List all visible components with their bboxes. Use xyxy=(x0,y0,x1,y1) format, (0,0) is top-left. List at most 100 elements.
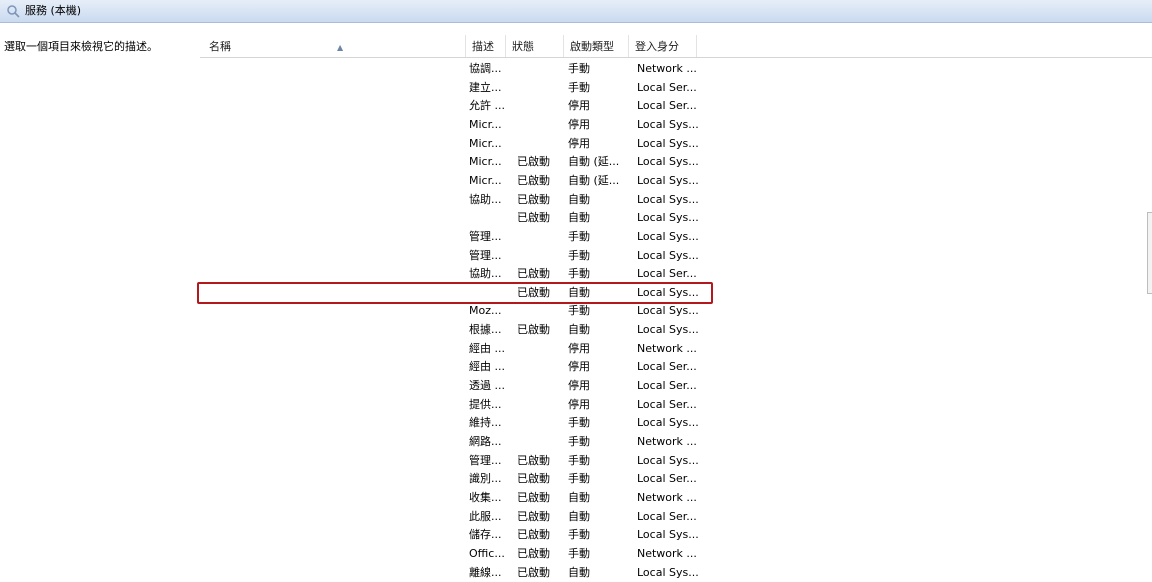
service-logon-as: Local Sys... xyxy=(637,117,699,131)
service-logon-as: Local Sys... xyxy=(637,192,699,206)
column-header-status[interactable]: 狀態 xyxy=(506,35,564,57)
service-startup-type: 手動 xyxy=(568,229,590,243)
service-startup-type: 手動 xyxy=(568,80,590,94)
service-logon-as: Network ... xyxy=(637,490,697,504)
column-header-logon-as[interactable]: 登入身分 xyxy=(629,35,697,57)
service-logon-as: Local Ser... xyxy=(637,267,697,281)
service-row[interactable]: Link-Layer Topology Discovery Mapper建立..… xyxy=(200,78,1152,97)
service-status: 已啟動 xyxy=(517,323,550,337)
service-description: Micr... xyxy=(469,136,502,150)
service-row[interactable]: Office Software Protection PlatformOffic… xyxy=(200,544,1152,563)
service-startup-type: 手動 xyxy=(568,62,590,75)
service-row[interactable]: Net.Msmq Listener Adapter經由 ...停用Network… xyxy=(200,339,1152,358)
service-logon-as: Network ... xyxy=(637,546,697,560)
service-row[interactable]: Microsoft .NET Framework NGEN v4.0.303..… xyxy=(200,152,1152,171)
service-description: Moz... xyxy=(469,304,502,318)
scrollbar[interactable] xyxy=(1147,212,1152,294)
service-startup-type: 自動 xyxy=(568,490,590,504)
service-row[interactable]: Microsoft .NET Framework NGEN v4.0.303..… xyxy=(200,171,1152,190)
service-description: 收集... xyxy=(469,490,502,504)
column-header-row: 名稱 ▲ 描述 狀態 啟動類型 登入身分 xyxy=(200,35,1152,58)
service-startup-type: 手動 xyxy=(568,435,590,448)
service-row[interactable]: Offline Files離線...已啟動自動Local Sys... xyxy=(200,563,1152,582)
service-description: Offic... xyxy=(469,546,505,560)
service-row[interactable]: Microsoft Software Shadow Copy Provider管… xyxy=(200,246,1152,265)
service-row[interactable]: Mozilla Maintenance ServiceMoz...手動Local… xyxy=(200,301,1152,320)
service-logon-as: Local Ser... xyxy=(637,509,697,523)
sort-ascending-icon: ▲ xyxy=(337,43,344,52)
service-description: 儲存... xyxy=(469,528,502,542)
services-header: 服務 (本機) xyxy=(0,0,1152,23)
service-row[interactable]: Net.Pipe Listener Adapter經由 ...停用Local S… xyxy=(200,357,1152,376)
service-description: 管理... xyxy=(469,248,502,262)
column-header-description[interactable]: 描述 xyxy=(466,35,506,57)
service-logon-as: Local Sys... xyxy=(637,173,699,187)
service-description: 協助... xyxy=(469,192,502,206)
service-row[interactable]: Net.Tcp Port Sharing Service提供...停用Local… xyxy=(200,395,1152,414)
service-description: 此服... xyxy=(469,509,502,523)
service-logon-as: Local Sys... xyxy=(637,248,699,262)
service-status: 已啟動 xyxy=(517,173,550,187)
service-row[interactable]: Netlogon維持...手動Local Sys... xyxy=(200,413,1152,432)
service-startup-type: 手動 xyxy=(568,248,590,262)
service-row[interactable]: Multimedia Class Scheduler根據...已啟動自動Loca… xyxy=(200,320,1152,339)
service-row[interactable]: Network Connections管理...已啟動手動Local Sys..… xyxy=(200,451,1152,470)
service-logon-as: Local Sys... xyxy=(637,229,699,243)
service-row[interactable]: Network Store Interface Service此服...已啟動自… xyxy=(200,507,1152,526)
service-logon-as: Local Sys... xyxy=(637,211,699,225)
service-startup-type: 停用 xyxy=(568,397,590,411)
service-logon-as: Local Sys... xyxy=(637,155,699,169)
service-startup-type: 手動 xyxy=(568,453,590,467)
service-logon-as: Network ... xyxy=(637,341,697,355)
service-status: 已啟動 xyxy=(517,490,550,504)
service-row[interactable]: Media Center Extender Service允許 ...停用Loc… xyxy=(200,96,1152,115)
service-row[interactable]: Network Access Protection Agent網路...手動Ne… xyxy=(200,432,1152,451)
service-startup-type: 停用 xyxy=(568,136,590,150)
service-row[interactable]: Microsoft Antimalware Service協助...已啟動自動L… xyxy=(200,190,1152,209)
service-logon-as: Local Ser... xyxy=(637,379,697,393)
service-row[interactable]: KtmRm for Distributed Transaction Coordi… xyxy=(200,59,1152,78)
service-description: 維持... xyxy=(469,416,502,430)
service-logon-as: Local Ser... xyxy=(637,397,697,411)
service-description: 管理... xyxy=(469,453,502,467)
service-startup-type: 停用 xyxy=(568,379,590,393)
service-row[interactable]: Microsoft iSCSI Initiator Service管理...手動… xyxy=(200,227,1152,246)
service-logon-as: Local Sys... xyxy=(637,565,699,579)
service-startup-type: 自動 xyxy=(568,211,590,225)
header-title: 服務 (本機) xyxy=(25,4,82,17)
highlight-box xyxy=(197,282,713,304)
column-header-startup-type[interactable]: 啟動類型 xyxy=(564,35,629,57)
service-description: Micr... xyxy=(469,173,502,187)
service-row[interactable]: Microsoft .NET Framework NGEN v2.0.507..… xyxy=(200,134,1152,153)
service-row[interactable]: Microsoft IME Dictionary Update已啟動自動Loca… xyxy=(200,208,1152,227)
service-row[interactable]: Microsoft 網路檢查協助...已啟動手動Local Ser... xyxy=(200,264,1152,283)
service-startup-type: 自動 xyxy=(568,192,590,206)
service-status: 已啟動 xyxy=(517,509,550,523)
service-row[interactable]: Network List Service識別...已啟動手動Local Ser.… xyxy=(200,469,1152,488)
service-logon-as: Local Sys... xyxy=(637,416,699,430)
service-startup-type: 停用 xyxy=(568,341,590,355)
service-description: Micr... xyxy=(469,117,502,131)
service-row[interactable]: Microsoft .NET Framework NGEN v2.0.507..… xyxy=(200,115,1152,134)
service-logon-as: Local Sys... xyxy=(637,528,699,542)
service-logon-as: Local Sys... xyxy=(637,323,699,337)
service-row[interactable]: Net.Tcp Listener Adapter透過 ...停用Local Se… xyxy=(200,376,1152,395)
service-logon-as: Local Ser... xyxy=(637,99,697,113)
service-startup-type: 自動 xyxy=(568,509,590,523)
service-row[interactable]: Network Location Awareness收集...已啟動自動Netw… xyxy=(200,488,1152,507)
service-startup-type: 自動 (延... xyxy=(568,173,620,187)
service-row[interactable]: Office 64 Source Engine儲存...已啟動手動Local S… xyxy=(200,525,1152,544)
service-startup-type: 自動 xyxy=(568,323,590,337)
service-description: 提供... xyxy=(469,397,502,411)
service-logon-as: Network ... xyxy=(637,435,697,448)
service-description: 網路... xyxy=(469,435,502,448)
description-text: 選取一個項目來檢視它的描述。 xyxy=(4,40,158,53)
service-description: 根據... xyxy=(469,323,502,337)
column-header-name[interactable]: 名稱 ▲ xyxy=(203,35,466,57)
service-startup-type: 手動 xyxy=(568,472,590,486)
service-logon-as: Local Sys... xyxy=(637,136,699,150)
service-description: 管理... xyxy=(469,229,502,243)
service-startup-type: 停用 xyxy=(568,117,590,131)
service-startup-type: 手動 xyxy=(568,267,590,281)
service-status: 已啟動 xyxy=(517,453,550,467)
